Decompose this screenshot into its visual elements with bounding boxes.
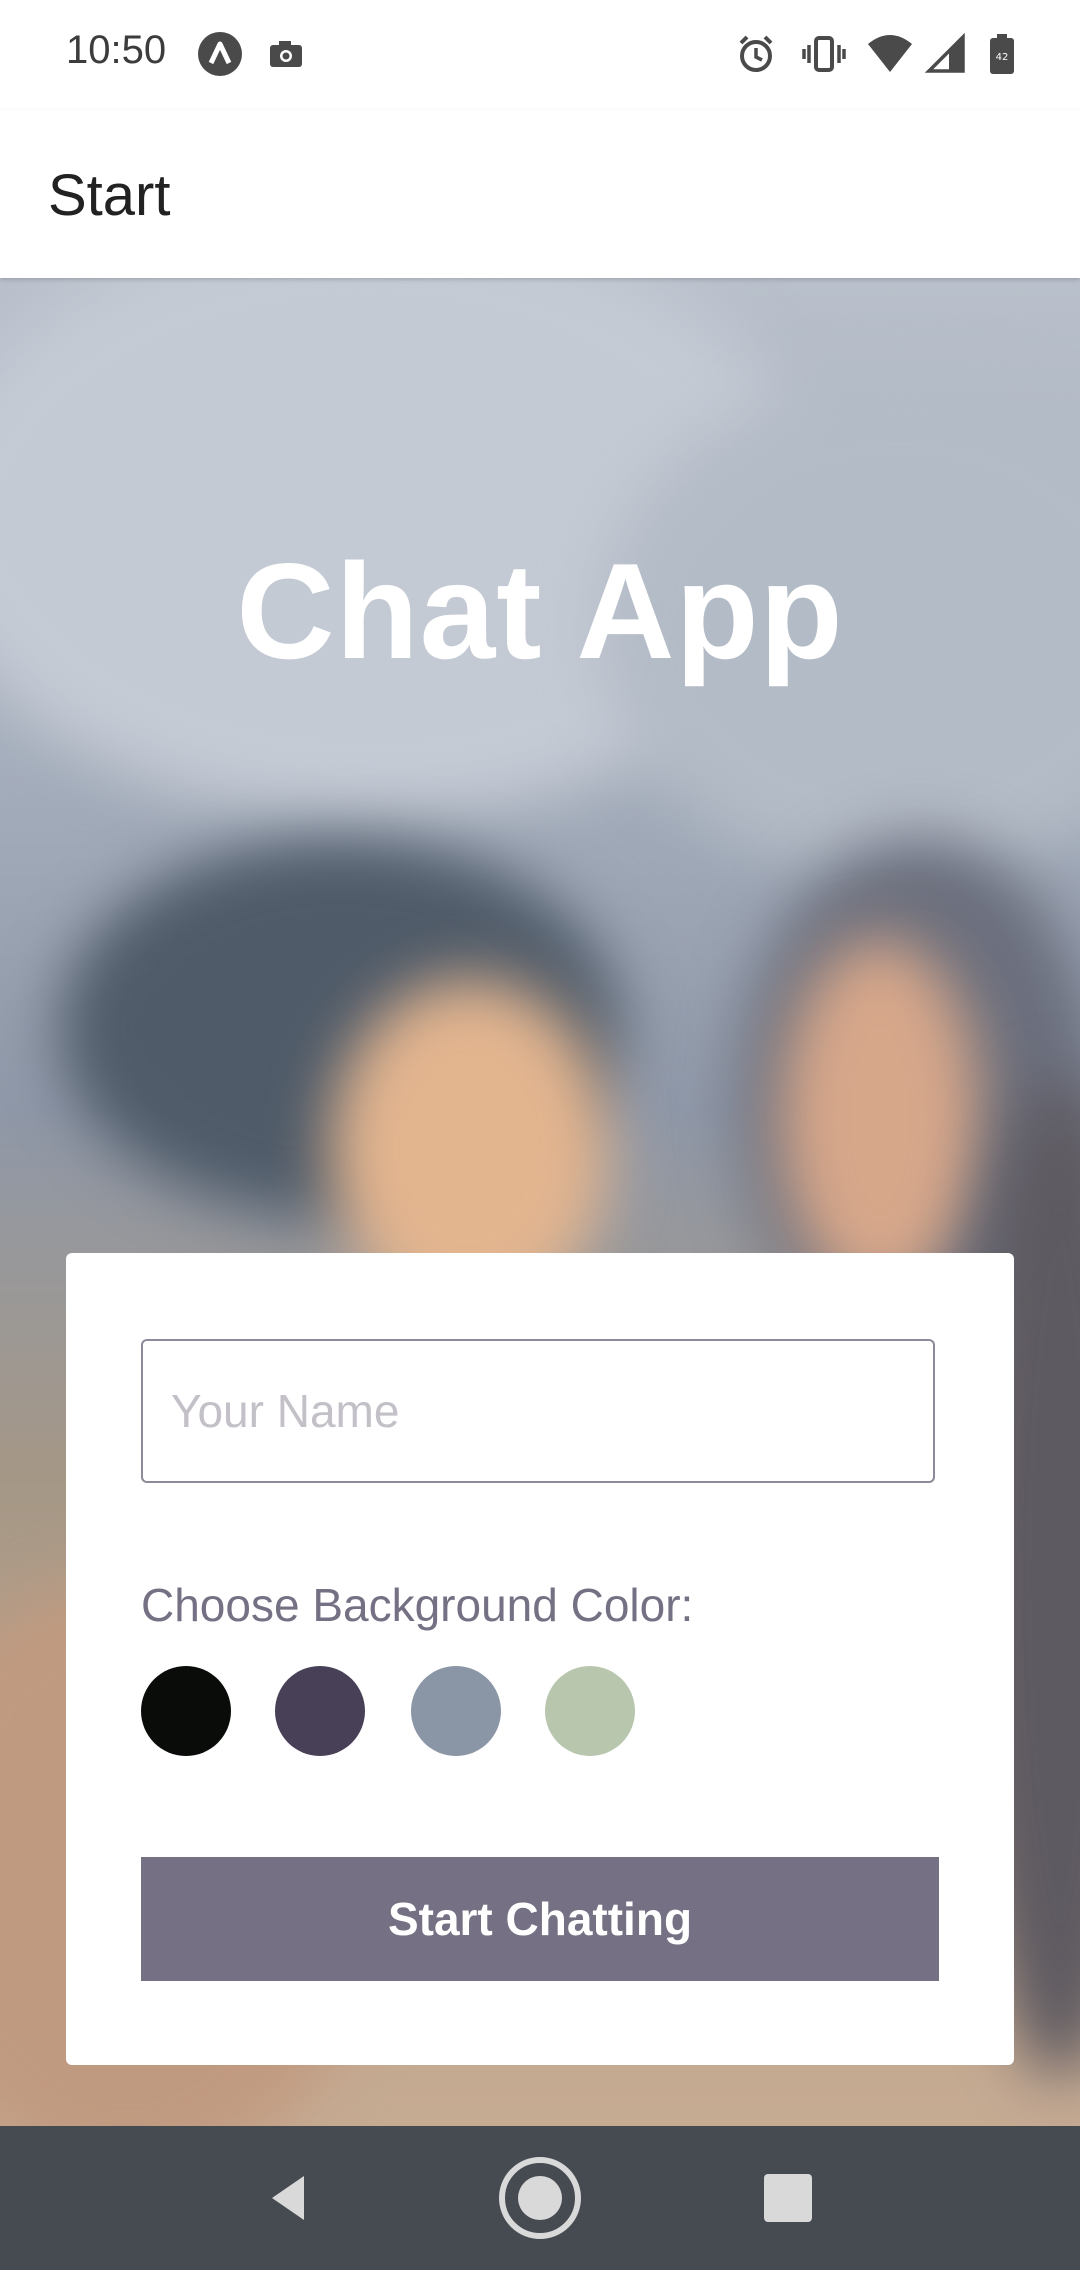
- start-form-card: Choose Background Color: Start Chatting: [66, 1253, 1014, 2065]
- color-swatch-black[interactable]: [141, 1666, 231, 1756]
- wifi-icon: [866, 30, 914, 78]
- svg-text:42: 42: [996, 52, 1009, 63]
- signal-icon: [922, 30, 970, 78]
- color-swatch-green[interactable]: [545, 1666, 635, 1756]
- camera-icon: [262, 30, 310, 78]
- app-bar: Start: [0, 110, 1080, 278]
- navigation-bar: [0, 2126, 1080, 2270]
- color-label: Choose Background Color:: [141, 1579, 694, 1631]
- app-a-icon: [196, 30, 244, 78]
- name-input[interactable]: [141, 1339, 935, 1483]
- color-swatch-purple[interactable]: [275, 1666, 365, 1756]
- page-title: Start: [48, 163, 171, 228]
- back-icon[interactable]: [244, 2154, 332, 2242]
- battery-icon: 42: [978, 30, 1026, 78]
- recents-icon[interactable]: [744, 2154, 832, 2242]
- vibrate-icon: [800, 30, 848, 78]
- status-time: 10:50: [66, 28, 167, 72]
- alarm-icon: [732, 30, 780, 78]
- start-chatting-button[interactable]: Start Chatting: [141, 1857, 939, 1981]
- status-bar: 10:50 42: [0, 0, 1080, 110]
- color-swatch-blue-gray[interactable]: [411, 1666, 501, 1756]
- home-icon[interactable]: [496, 2154, 584, 2242]
- app-title: Chat App: [236, 535, 844, 687]
